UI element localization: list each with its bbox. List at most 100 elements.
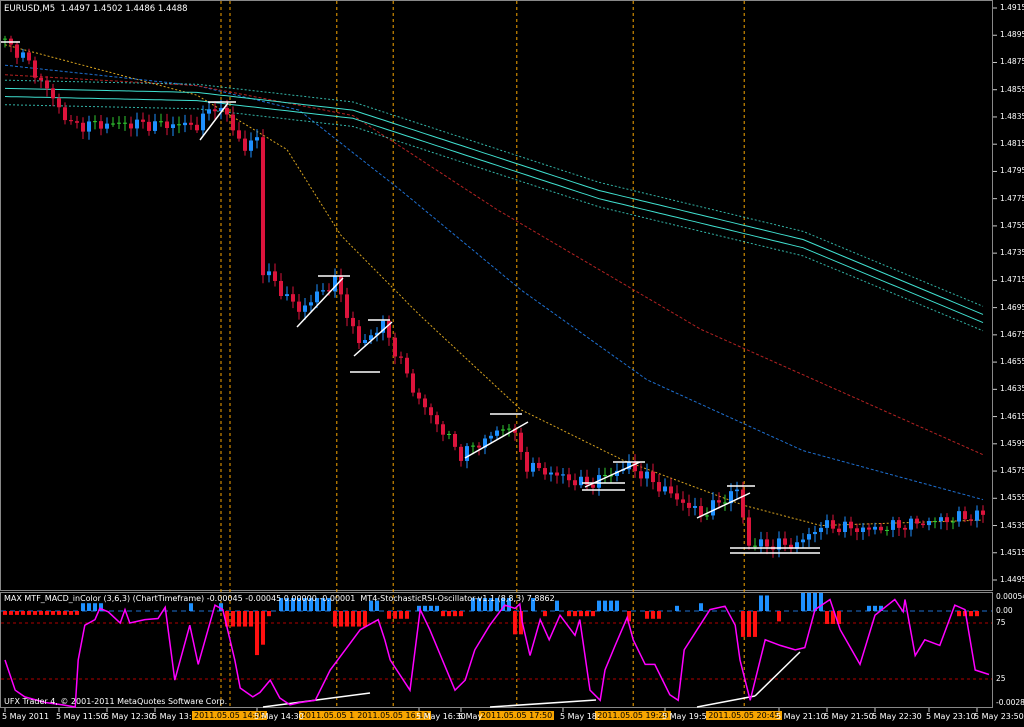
candle-body (465, 446, 469, 461)
candle-body (675, 493, 679, 500)
candle-body (69, 120, 73, 122)
candle-body (549, 472, 553, 475)
macd-histogram-bar (543, 611, 547, 617)
candle-body (891, 520, 895, 530)
indicator-title: MAX MTF_MACD_inColor (3,6,3) (ChartTimef… (4, 594, 555, 603)
candle-body (315, 291, 319, 303)
candle-body (435, 415, 439, 425)
candle-body (363, 340, 367, 344)
macd-histogram-bar (603, 600, 607, 611)
macd-histogram-bar (75, 611, 79, 615)
candle-body (519, 432, 523, 452)
macd-histogram-bar (255, 611, 259, 656)
indicator-axis-label: -0.0028 (996, 698, 1024, 707)
candle-body (111, 123, 115, 125)
candle-body (117, 122, 121, 124)
macd-histogram-bar (615, 600, 619, 611)
candle-body (645, 471, 649, 479)
time-label: 5 May 21:50 (824, 712, 874, 721)
time-label: 5 May 12:30 (104, 712, 154, 721)
time-label: 5 May 13: (152, 712, 192, 721)
macd-histogram-bar (645, 611, 649, 619)
candle-body (195, 124, 199, 131)
price-label: 1.4615 (1000, 411, 1024, 421)
candle-body (39, 77, 43, 81)
candle-body (909, 518, 913, 530)
time-label: 5 May 22:30 (872, 712, 922, 721)
candle-body (429, 407, 433, 416)
indicator-axis-label: 75 (996, 618, 1006, 627)
price-label: 1.4535 (1000, 520, 1024, 530)
indicator-axis-label: 0.00 (996, 606, 1013, 615)
candle-body (399, 356, 403, 358)
candle-body (279, 280, 283, 297)
macd-histogram-bar (675, 605, 679, 611)
candle-body (813, 531, 817, 535)
candle-body (171, 124, 175, 128)
candle-body (963, 511, 967, 520)
macd-histogram-bar (447, 611, 451, 617)
macd-histogram-bar (45, 611, 49, 615)
candle-body (885, 529, 889, 531)
candle-body (537, 462, 541, 469)
macd-histogram-bar (63, 611, 67, 615)
candle-body (933, 520, 937, 522)
macd-histogram-bar (3, 611, 7, 615)
candle-body (411, 373, 415, 393)
macd-histogram-bar (27, 611, 31, 615)
time-label: 5 May 14:30 (254, 712, 304, 721)
candle-body (267, 271, 271, 276)
macd-histogram-bar (93, 603, 97, 611)
candle-body (765, 539, 769, 547)
macd-histogram-bar (873, 605, 877, 611)
candle-body (801, 539, 805, 543)
candle-body (783, 538, 787, 545)
candle-body (345, 294, 349, 318)
macd-histogram-bar (333, 611, 337, 627)
macd-histogram-bar (585, 611, 589, 617)
price-label: 1.4915 (1000, 3, 1024, 12)
candle-body (669, 486, 673, 494)
candle-body (351, 317, 355, 327)
moving-average-ma_red (4, 74, 984, 456)
time-label: 5 May 18: (560, 712, 600, 721)
candle-body (705, 515, 709, 517)
macd-histogram-bar (753, 611, 757, 637)
macd-histogram-bar (609, 600, 613, 611)
macd-histogram-bar (363, 611, 367, 627)
price-label: 1.4595 (1000, 438, 1024, 448)
macd-histogram-bar (237, 611, 241, 627)
candle-body (303, 305, 307, 312)
macd-histogram-bar (429, 605, 433, 611)
macd-histogram-bar (357, 611, 361, 627)
macd-histogram-bar (57, 611, 61, 615)
macd-histogram-bar (579, 611, 583, 617)
candle-body (75, 121, 79, 123)
macd-histogram-bar (423, 605, 427, 611)
candle-body (141, 119, 145, 122)
price-label: 1.4655 (1000, 357, 1024, 367)
candle-body (753, 545, 757, 547)
candle-body (861, 527, 865, 532)
candle-body (567, 474, 571, 481)
indicator-axis-label: 25 (996, 674, 1006, 683)
candle-body (711, 500, 715, 516)
time-label: 5 May 2011 (2, 712, 50, 721)
moving-average-teal (4, 87, 984, 315)
time-label: 5 May 23:10 (926, 712, 976, 721)
trendline-drawing (696, 695, 756, 708)
macd-histogram-bar (741, 611, 745, 637)
candle-body (417, 392, 421, 399)
candle-body (957, 511, 961, 522)
macd-histogram-bar (747, 611, 751, 637)
macd-histogram-bar (765, 595, 769, 611)
candle-body (975, 510, 979, 521)
macd-histogram-bar (51, 611, 55, 615)
price-label: 1.4735 (1000, 248, 1024, 258)
time-label: 5 May (458, 712, 483, 721)
candle-body (147, 121, 151, 131)
price-label: 1.4575 (1000, 466, 1024, 476)
price-label: 1.4855 (1000, 84, 1024, 94)
chart-canvas (1, 1, 997, 712)
macd-histogram-bar (819, 592, 823, 611)
